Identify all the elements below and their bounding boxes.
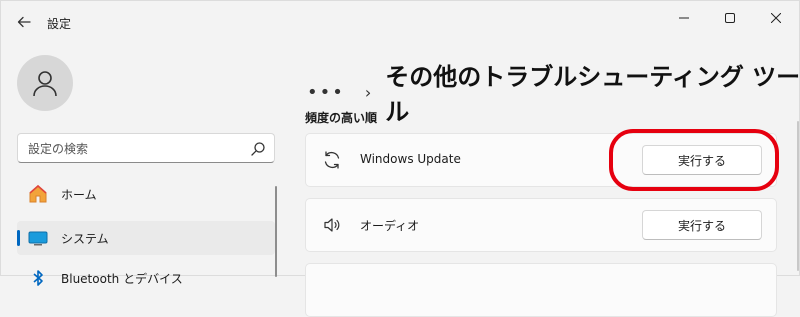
selection-indicator bbox=[17, 230, 20, 246]
breadcrumb: ••• › その他のトラブルシューティング ツール bbox=[307, 57, 800, 127]
troubleshooter-card-next bbox=[305, 263, 777, 317]
sidebar-item-bluetooth[interactable]: Bluetooth とデバイス bbox=[17, 261, 275, 295]
avatar[interactable] bbox=[17, 55, 73, 111]
back-arrow-icon bbox=[17, 16, 31, 28]
run-audio-button[interactable]: 実行する bbox=[642, 210, 762, 240]
window-title: 設定 bbox=[47, 17, 72, 31]
troubleshooter-label: Windows Update bbox=[360, 152, 461, 166]
close-button[interactable] bbox=[753, 1, 799, 35]
search-box bbox=[17, 133, 275, 164]
settings-window: 設定 ホーム bbox=[0, 0, 800, 317]
breadcrumb-separator: › bbox=[364, 82, 372, 102]
speaker-icon bbox=[324, 218, 340, 232]
troubleshooter-label: オーディオ bbox=[360, 219, 420, 233]
breadcrumb-more-button[interactable]: ••• bbox=[307, 82, 345, 103]
close-icon bbox=[771, 13, 781, 23]
user-icon bbox=[33, 71, 57, 97]
maximize-icon bbox=[725, 13, 735, 23]
run-windows-update-button[interactable]: 実行する bbox=[642, 145, 762, 175]
troubleshooter-card-audio: オーディオ 実行する bbox=[305, 198, 777, 252]
sync-icon bbox=[324, 151, 340, 169]
search-input[interactable] bbox=[18, 134, 250, 164]
minimize-icon bbox=[679, 17, 689, 19]
window-controls bbox=[661, 1, 799, 35]
main-scrollbar[interactable] bbox=[797, 121, 799, 271]
sidebar-item-label: Bluetooth とデバイス bbox=[61, 271, 183, 286]
sidebar-item-system[interactable]: システム bbox=[17, 221, 275, 255]
sidebar-item-label: システム bbox=[61, 231, 109, 246]
maximize-button[interactable] bbox=[707, 1, 753, 35]
page-title: その他のトラブルシューティング ツール bbox=[385, 63, 800, 126]
search-icon[interactable] bbox=[250, 141, 266, 157]
sidebar-scrollbar[interactable] bbox=[275, 186, 277, 277]
sidebar-item-label: ホーム bbox=[61, 187, 97, 202]
system-monitor-icon bbox=[27, 227, 49, 249]
main-content: ••• › その他のトラブルシューティング ツール 頻度の高い順 Windows… bbox=[291, 41, 800, 317]
sidebar: ホーム システム Bluetooth とデバイス bbox=[1, 41, 291, 286]
title-bar: 設定 bbox=[1, 1, 799, 41]
bluetooth-icon bbox=[27, 267, 49, 289]
sidebar-item-home[interactable]: ホーム bbox=[17, 177, 275, 211]
home-icon bbox=[27, 183, 49, 205]
minimize-button[interactable] bbox=[661, 1, 707, 35]
section-label: 頻度の高い順 bbox=[305, 111, 378, 125]
back-button[interactable] bbox=[13, 11, 35, 33]
troubleshooter-card-windows-update: Windows Update 実行する bbox=[305, 133, 777, 187]
